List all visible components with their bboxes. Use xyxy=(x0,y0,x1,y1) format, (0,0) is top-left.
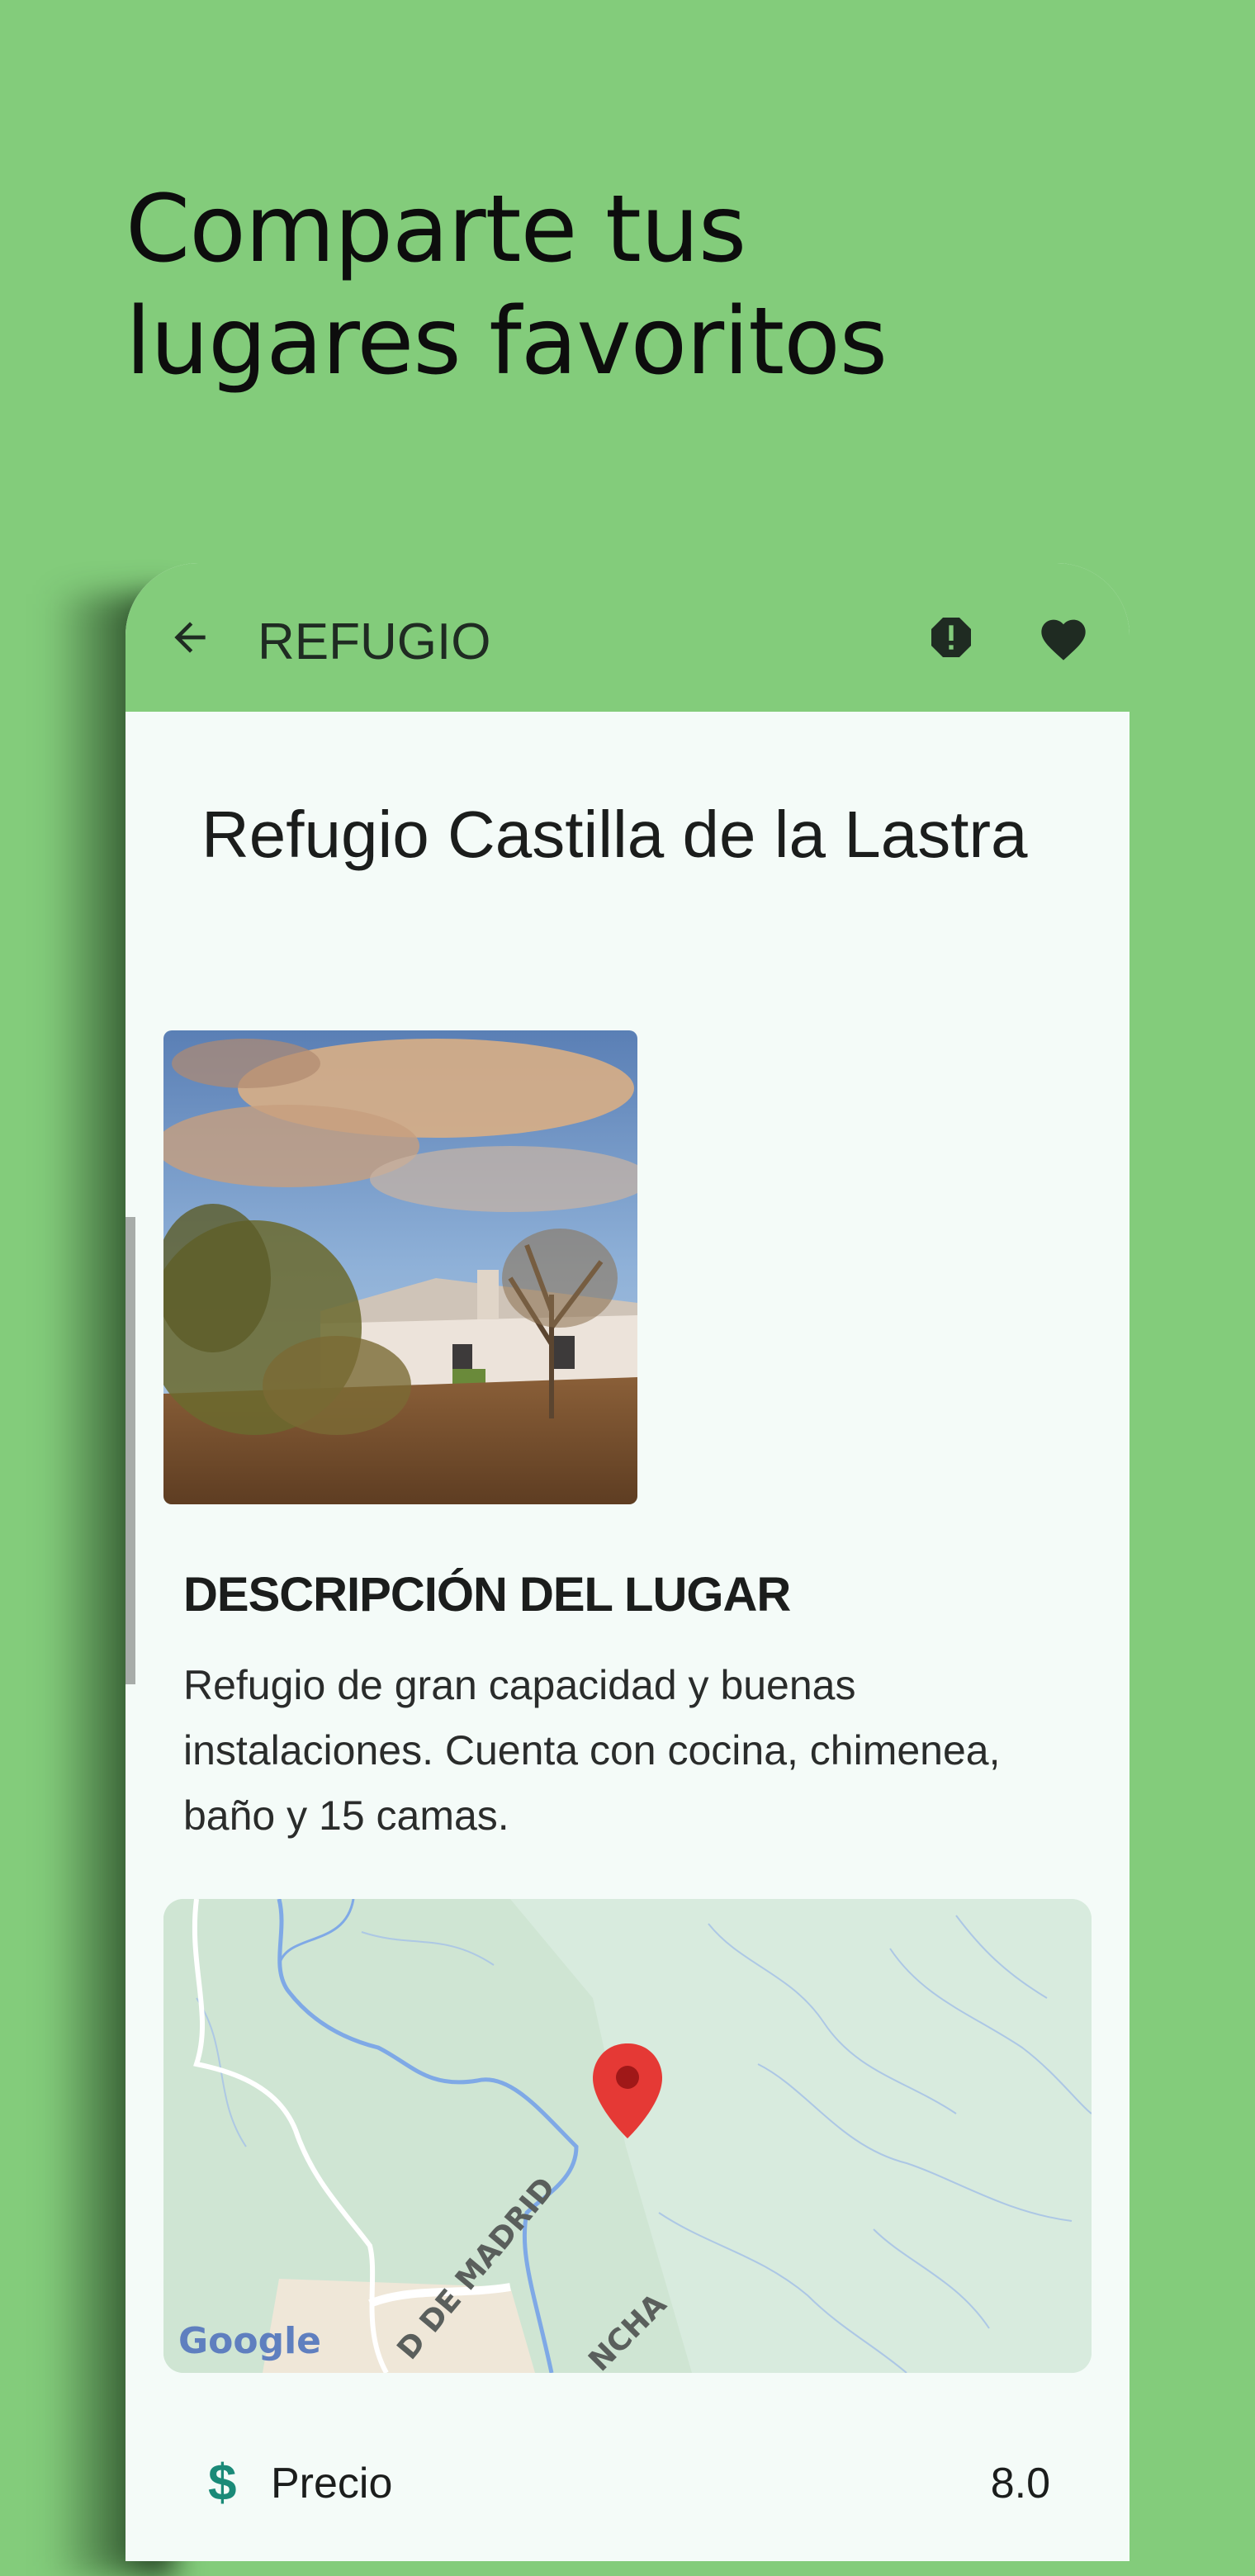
app-bar: REFUGIO xyxy=(126,563,1130,712)
device-screen: REFUGIO Refugio Castilla de la Lastra DE… xyxy=(126,563,1130,2561)
refuge-photo-image xyxy=(163,1030,637,1504)
report-icon[interactable] xyxy=(925,611,978,664)
heart-icon[interactable] xyxy=(1037,613,1090,662)
promo-headline-line2: lugares favoritos xyxy=(126,288,888,395)
refuge-photo[interactable] xyxy=(163,1030,637,1504)
price-value: 8.0 xyxy=(990,2460,1050,2507)
section-title-description: DESCRIPCIÓN DEL LUGAR xyxy=(183,1568,791,1622)
dollar-icon: $ xyxy=(208,2455,237,2512)
arrow-back-icon[interactable] xyxy=(167,614,213,661)
map-tiles: D DE MADRID NCHA Google xyxy=(163,1899,1092,2373)
app-bar-title: REFUGIO xyxy=(258,613,491,670)
price-label: Precio xyxy=(271,2460,393,2507)
promo-headline: Comparte tus lugares favoritos xyxy=(126,173,1116,398)
price-row: $ Precio 8.0 xyxy=(208,2454,1050,2536)
location-map[interactable]: D DE MADRID NCHA Google xyxy=(163,1899,1092,2373)
place-title: Refugio Castilla de la Lastra xyxy=(201,798,1028,871)
scrollbar[interactable] xyxy=(126,1217,135,1684)
place-description: Refugio de gran capacidad y buenas insta… xyxy=(183,1662,1001,1839)
promo-headline-line1: Comparte tus xyxy=(126,176,746,283)
map-attribution: Google xyxy=(178,2320,321,2362)
